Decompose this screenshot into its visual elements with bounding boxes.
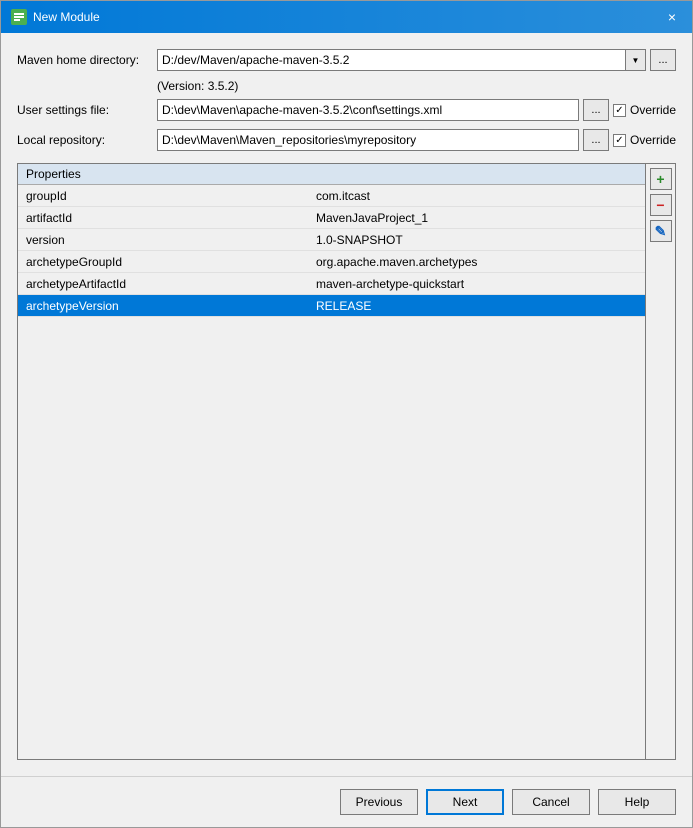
user-settings-override-checkbox[interactable]: ✓ xyxy=(613,104,626,117)
remove-property-button[interactable]: − xyxy=(650,194,672,216)
close-button[interactable]: × xyxy=(662,7,682,27)
user-settings-override-label: Override xyxy=(630,103,676,117)
cancel-button[interactable]: Cancel xyxy=(512,789,590,815)
local-repo-override-area: ✓ Override xyxy=(613,133,676,147)
local-repo-override-checkbox[interactable]: ✓ xyxy=(613,134,626,147)
properties-title: Properties xyxy=(26,167,81,181)
properties-header: Properties xyxy=(18,164,645,185)
table-row-selected[interactable]: archetypeVersion RELEASE xyxy=(18,295,645,317)
title-bar-left: New Module xyxy=(11,9,100,25)
user-settings-input[interactable] xyxy=(157,99,579,121)
maven-home-row: Maven home directory: D:/dev/Maven/apach… xyxy=(17,49,676,71)
properties-table: groupId com.itcast artifactId MavenJavaP… xyxy=(18,185,645,759)
title-bar: New Module × xyxy=(1,1,692,33)
local-repo-row: Local repository: ... ✓ Override xyxy=(17,129,676,151)
previous-button[interactable]: Previous xyxy=(340,789,418,815)
maven-home-input-group: D:/dev/Maven/apache-maven-3.5.2 ▼ ... xyxy=(157,49,676,71)
local-repo-input-group: ... ✓ Override xyxy=(157,129,676,151)
local-repo-label: Local repository: xyxy=(17,133,157,147)
prop-key: groupId xyxy=(18,189,308,203)
prop-key: archetypeVersion xyxy=(18,299,308,313)
local-repo-input[interactable] xyxy=(157,129,579,151)
user-settings-browse-btn[interactable]: ... xyxy=(583,99,609,121)
prop-value: com.itcast xyxy=(308,189,645,203)
prop-key: archetypeGroupId xyxy=(18,255,308,269)
local-repo-override-label: Override xyxy=(630,133,676,147)
next-button[interactable]: Next xyxy=(426,789,504,815)
table-row[interactable]: version 1.0-SNAPSHOT xyxy=(18,229,645,251)
edit-property-button[interactable]: ✎ xyxy=(650,220,672,242)
maven-home-input[interactable]: D:/dev/Maven/apache-maven-3.5.2 xyxy=(157,49,626,71)
maven-home-dropdown-arrow[interactable]: ▼ xyxy=(626,49,646,71)
new-module-dialog: New Module × Maven home directory: D:/de… xyxy=(0,0,693,828)
prop-value: 1.0-SNAPSHOT xyxy=(308,233,645,247)
prop-value: RELEASE xyxy=(308,299,645,313)
table-row[interactable]: archetypeGroupId org.apache.maven.archet… xyxy=(18,251,645,273)
table-row[interactable]: artifactId MavenJavaProject_1 xyxy=(18,207,645,229)
bottom-bar: Previous Next Cancel Help xyxy=(1,776,692,827)
table-row[interactable]: archetypeArtifactId maven-archetype-quic… xyxy=(18,273,645,295)
help-button[interactable]: Help xyxy=(598,789,676,815)
maven-home-browse-btn[interactable]: ... xyxy=(650,49,676,71)
properties-left: Properties groupId com.itcast artifactId… xyxy=(18,164,645,759)
user-settings-label: User settings file: xyxy=(17,103,157,117)
maven-home-label: Maven home directory: xyxy=(17,53,157,67)
local-repo-browse-btn[interactable]: ... xyxy=(583,129,609,151)
dialog-content: Maven home directory: D:/dev/Maven/apach… xyxy=(1,33,692,776)
user-settings-row: User settings file: ... ✓ Override xyxy=(17,99,676,121)
prop-key: version xyxy=(18,233,308,247)
dialog-title: New Module xyxy=(33,10,100,24)
prop-value: maven-archetype-quickstart xyxy=(308,277,645,291)
module-icon xyxy=(11,9,27,25)
prop-value: MavenJavaProject_1 xyxy=(308,211,645,225)
prop-value: org.apache.maven.archetypes xyxy=(308,255,645,269)
user-settings-input-group: ... ✓ Override xyxy=(157,99,676,121)
user-settings-override-area: ✓ Override xyxy=(613,103,676,117)
add-property-button[interactable]: + xyxy=(650,168,672,190)
properties-side-buttons: + − ✎ xyxy=(645,164,675,759)
prop-key: archetypeArtifactId xyxy=(18,277,308,291)
prop-key: artifactId xyxy=(18,211,308,225)
properties-section: Properties groupId com.itcast artifactId… xyxy=(17,163,676,760)
table-row[interactable]: groupId com.itcast xyxy=(18,185,645,207)
maven-version-text: (Version: 3.5.2) xyxy=(157,79,676,93)
